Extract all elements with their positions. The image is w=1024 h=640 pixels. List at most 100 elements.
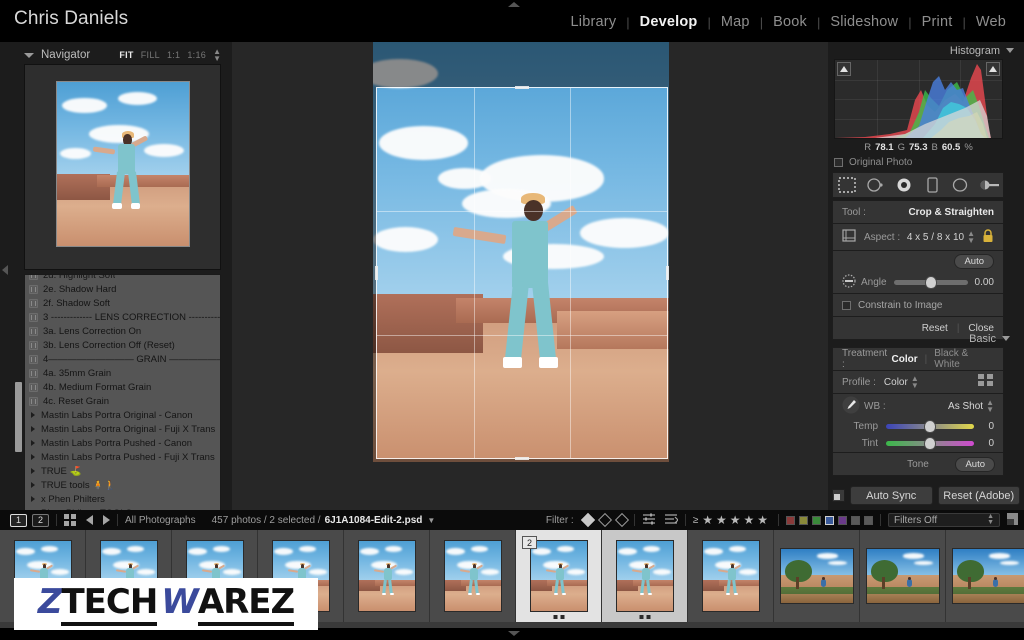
preset-group[interactable]: TRUE tools 🧍🚶 bbox=[25, 478, 220, 492]
module-book[interactable]: Book bbox=[763, 14, 817, 30]
back-arrow-icon[interactable] bbox=[86, 515, 93, 525]
angle-row[interactable]: Angle 0.00 bbox=[833, 271, 1003, 293]
tone-auto-button[interactable]: Auto bbox=[955, 456, 995, 472]
bottom-panel-toggle-arrow[interactable] bbox=[508, 631, 520, 636]
forward-arrow-icon[interactable] bbox=[103, 515, 110, 525]
preset-swatch-icon[interactable] bbox=[29, 368, 38, 378]
preset-swatch-icon[interactable] bbox=[29, 396, 38, 406]
navigator-zoom-1-1[interactable]: 1:1 bbox=[167, 50, 180, 60]
eyedropper-icon[interactable] bbox=[842, 396, 860, 417]
module-slideshow[interactable]: Slideshow bbox=[820, 14, 908, 30]
filmstrip-thumbnail[interactable] bbox=[688, 530, 774, 622]
navigator-zoom-fit[interactable]: FIT bbox=[119, 50, 133, 60]
thumbnail-stack-badge[interactable]: 2 bbox=[522, 536, 537, 549]
main-photo[interactable] bbox=[373, 42, 669, 462]
navigator-preview-box[interactable] bbox=[24, 64, 221, 270]
reset-adobe-button[interactable]: Reset (Adobe) bbox=[937, 486, 1020, 505]
preset-swatch-icon[interactable] bbox=[29, 298, 38, 308]
filter-preset-dropdown[interactable]: Filters Off ▲ ▼ bbox=[888, 513, 1000, 527]
current-filename[interactable]: 6J1A1084-Edit-2.psd bbox=[325, 515, 423, 526]
preset-group[interactable]: Mastin Labs Portra Pushed - Fuji X Trans bbox=[25, 450, 220, 464]
filmstrip-thumbnail[interactable] bbox=[946, 530, 1024, 622]
rating-stars[interactable]: ★★★★★ bbox=[702, 513, 771, 527]
navigator-thumbnail[interactable] bbox=[56, 81, 190, 247]
flag-unflagged-icon[interactable] bbox=[597, 512, 612, 528]
adjustment-brush-icon[interactable] bbox=[977, 176, 1001, 194]
chevron-right-icon[interactable] bbox=[31, 454, 35, 460]
module-develop[interactable]: Develop bbox=[630, 14, 708, 30]
filmstrip-thumbnail[interactable] bbox=[860, 530, 946, 622]
navigator-zoom-1-16[interactable]: 1:16 bbox=[187, 50, 206, 60]
color-label-filter[interactable] bbox=[864, 515, 873, 525]
aspect-value[interactable]: 4 x 5 / 8 x 10 bbox=[907, 232, 964, 243]
chevron-right-icon[interactable] bbox=[31, 468, 35, 474]
attribute-filter-alt-icon[interactable] bbox=[664, 513, 679, 528]
presets-panel[interactable]: 2d. Highlight Soft 2e. Shadow Hard 2f. Sha… bbox=[24, 274, 221, 514]
stepper-icon[interactable]: ▲ ▼ bbox=[213, 48, 221, 63]
color-label-filter[interactable] bbox=[838, 515, 847, 525]
temp-slider[interactable] bbox=[886, 420, 974, 433]
source-2-button[interactable]: 2 bbox=[32, 513, 49, 527]
chevron-right-icon[interactable] bbox=[31, 412, 35, 418]
filmstrip-thumbnail[interactable] bbox=[430, 530, 516, 622]
chevron-down-icon[interactable] bbox=[1002, 336, 1010, 341]
preset-item[interactable]: 3a. Lens Correction On bbox=[25, 324, 220, 338]
straighten-tool-icon[interactable] bbox=[842, 273, 856, 291]
treatment-color[interactable]: Color bbox=[892, 354, 918, 365]
shadow-clipping-indicator[interactable] bbox=[837, 62, 851, 76]
module-map[interactable]: Map bbox=[711, 14, 760, 30]
chevron-right-icon[interactable] bbox=[31, 440, 35, 446]
preset-item[interactable]: 2e. Shadow Hard bbox=[25, 282, 220, 296]
checkbox-icon[interactable] bbox=[842, 300, 851, 310]
stepper-icon[interactable]: ▲ ▼ bbox=[967, 230, 975, 245]
preset-swatch-icon[interactable] bbox=[29, 354, 38, 364]
chevron-down-icon[interactable] bbox=[1006, 48, 1014, 53]
stepper-icon[interactable]: ▲ ▼ bbox=[986, 399, 994, 414]
preset-swatch-icon[interactable] bbox=[29, 275, 38, 280]
radial-filter-icon[interactable] bbox=[948, 176, 972, 194]
preset-item[interactable]: 4c. Reset Grain bbox=[25, 394, 220, 408]
filmstrip-thumbnail[interactable] bbox=[602, 530, 688, 622]
left-panel-collapse-arrow[interactable] bbox=[2, 265, 8, 275]
preset-item[interactable]: 4b. Medium Format Grain bbox=[25, 380, 220, 394]
top-panel-toggle-arrow[interactable] bbox=[508, 2, 520, 7]
angle-slider[interactable] bbox=[893, 275, 968, 289]
graduated-filter-icon[interactable] bbox=[920, 176, 944, 194]
histogram-header[interactable]: Histogram bbox=[828, 42, 1024, 59]
chevron-down-icon[interactable] bbox=[24, 52, 34, 58]
flag-picked-icon[interactable] bbox=[580, 512, 595, 528]
attribute-filter-icon[interactable] bbox=[642, 513, 656, 528]
module-library[interactable]: Library bbox=[561, 14, 627, 30]
preset-swatch-icon[interactable] bbox=[29, 326, 38, 336]
filmstrip-thumbnail[interactable] bbox=[774, 530, 860, 622]
navigator-zoom-fill[interactable]: FILL bbox=[141, 50, 160, 60]
source-1-button[interactable]: 1 bbox=[10, 513, 27, 527]
spot-removal-icon[interactable] bbox=[863, 176, 887, 194]
color-label-filter[interactable] bbox=[799, 515, 808, 525]
filmstrip-thumbnail[interactable]: 2 bbox=[516, 530, 602, 622]
red-eye-icon[interactable] bbox=[892, 176, 916, 194]
constrain-row[interactable]: Constrain to Image bbox=[833, 294, 1003, 316]
identity-plate[interactable]: Chris Daniels bbox=[14, 8, 128, 30]
original-photo-row[interactable]: Original Photo bbox=[834, 155, 1003, 170]
color-label-filter[interactable] bbox=[786, 515, 795, 525]
module-print[interactable]: Print bbox=[912, 14, 963, 30]
preset-swatch-icon[interactable] bbox=[29, 284, 38, 294]
stepper-icon[interactable]: ▲ ▼ bbox=[987, 513, 994, 526]
filmstrip-thumbnail[interactable] bbox=[344, 530, 430, 622]
flag-rejected-icon[interactable] bbox=[614, 512, 629, 528]
module-web[interactable]: Web bbox=[966, 14, 1016, 30]
preset-item[interactable]: 3b. Lens Correction Off (Reset) bbox=[25, 338, 220, 352]
preset-swatch-icon[interactable] bbox=[29, 382, 38, 392]
preset-item[interactable]: 2d. Highlight Soft bbox=[25, 275, 220, 282]
chevron-right-icon[interactable] bbox=[31, 426, 35, 432]
preset-item[interactable]: 4————————— GRAIN ————————— bbox=[25, 352, 220, 366]
aspect-row[interactable]: Aspect : 4 x 5 / 8 x 10 ▲ ▼ bbox=[833, 224, 1003, 250]
rating-operator[interactable]: ≥ bbox=[693, 515, 699, 526]
color-label-filter[interactable] bbox=[812, 515, 821, 525]
color-label-filter[interactable] bbox=[851, 515, 860, 525]
stepper-icon[interactable]: ▲ ▼ bbox=[911, 375, 919, 390]
left-panel-scrollbar[interactable] bbox=[15, 382, 22, 452]
basic-panel-header[interactable]: Basic bbox=[828, 330, 1020, 347]
temp-row[interactable]: Temp 0 bbox=[833, 418, 1003, 435]
